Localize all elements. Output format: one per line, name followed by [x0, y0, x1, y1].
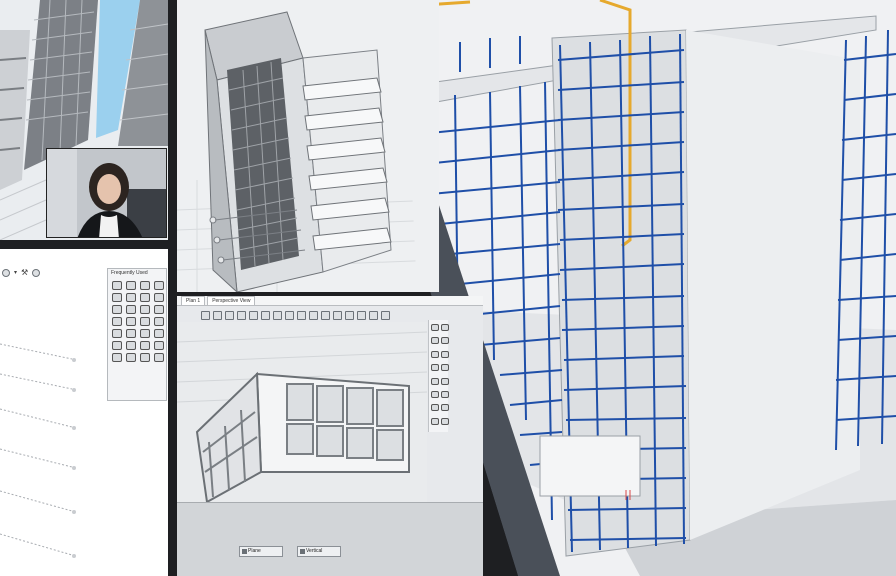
options-panel: Plane Vertical [177, 502, 483, 576]
p-section-icon[interactable] [441, 417, 449, 425]
p-select-icon[interactable] [431, 324, 439, 331]
arc-tool-icon[interactable] [154, 317, 164, 326]
building-perspective-viewport[interactable] [177, 0, 439, 292]
window-tool-icon[interactable] [154, 305, 164, 314]
pan-icon[interactable] [249, 310, 258, 320]
bottom-left-app-window[interactable]: ▾ ⚒ Frequently Used [0, 249, 168, 576]
toolbox-icon[interactable] [369, 310, 378, 320]
help-icon[interactable] [381, 310, 390, 320]
copy-icon[interactable] [333, 310, 342, 320]
layer-icon[interactable] [261, 310, 270, 320]
rect-tool-icon[interactable] [154, 281, 164, 290]
stair-tool-icon[interactable] [112, 317, 122, 326]
section-tool-icon[interactable] [140, 353, 150, 362]
lamp-tool-icon[interactable] [126, 341, 136, 350]
p-slab-icon[interactable] [431, 337, 439, 345]
p-mesh-icon[interactable] [431, 390, 439, 398]
brush-tool-icon[interactable] [154, 293, 164, 302]
presenter-webcam [46, 148, 167, 238]
fit-view-icon[interactable] [225, 310, 234, 320]
tab-perspective-view[interactable]: Perspective View [207, 296, 256, 305]
p-column-icon[interactable] [431, 350, 439, 358]
shell-tool-icon[interactable] [126, 353, 136, 362]
render-icon[interactable] [357, 310, 366, 320]
door-tool-icon[interactable] [140, 305, 150, 314]
p-stair-icon[interactable] [431, 377, 439, 385]
p-dimension-icon[interactable] [431, 417, 439, 425]
pencil-tool-icon[interactable] [126, 281, 136, 290]
p-text-icon[interactable] [441, 404, 449, 412]
cut-icon[interactable] [321, 310, 330, 320]
p-roof-icon[interactable] [441, 337, 449, 345]
building-render-center [177, 0, 439, 292]
rebar-tool-icon[interactable] [112, 329, 122, 338]
perspective-view-window[interactable]: Plan 1 Perspective View Plane Vertical [177, 296, 483, 576]
tab-plan[interactable]: Plan 1 [181, 296, 206, 305]
mesh-tool-icon[interactable] [140, 329, 150, 338]
p-beam-icon[interactable] [441, 350, 449, 358]
redo-icon[interactable] [309, 310, 318, 320]
column-tool-icon[interactable] [112, 305, 122, 314]
line-tool-icon[interactable] [140, 281, 150, 290]
zone-tool-icon[interactable] [154, 329, 164, 338]
p-rebar-icon[interactable] [441, 377, 449, 385]
presenter-avatar [47, 149, 166, 237]
beam-tool-icon[interactable] [126, 305, 136, 314]
p-zone-icon[interactable] [441, 390, 449, 398]
text-tool-icon[interactable] [154, 353, 164, 362]
view-tab-bar: Plan 1 Perspective View [177, 296, 483, 306]
zoom-out-icon[interactable] [213, 310, 222, 320]
orbit-icon[interactable] [237, 310, 246, 320]
morph-tool-icon[interactable] [140, 341, 150, 350]
save-icon[interactable] [285, 310, 294, 320]
palette-title: Frequently Used [111, 270, 148, 276]
wall-perspective-render [177, 322, 427, 502]
print-icon[interactable] [273, 310, 282, 320]
view-toolbar [177, 308, 427, 322]
p-wall-icon[interactable] [441, 324, 449, 331]
building-elevation-viewport[interactable] [0, 0, 168, 240]
roof-tool-icon[interactable] [140, 293, 150, 302]
fill-tool-icon[interactable] [154, 341, 164, 350]
object-tool-icon[interactable] [112, 341, 122, 350]
p-window-icon[interactable] [441, 364, 449, 372]
select-tool-icon[interactable] [112, 281, 122, 290]
plane-button[interactable]: Plane [239, 546, 283, 557]
slab-tool-icon[interactable] [126, 293, 136, 302]
p-object-icon[interactable] [431, 404, 439, 412]
undo-icon[interactable] [297, 310, 306, 320]
zoom-in-icon[interactable] [201, 310, 210, 320]
paste-icon[interactable] [345, 310, 354, 320]
perspective-palette [428, 320, 449, 432]
dimension-tool-icon[interactable] [140, 317, 150, 326]
frequently-used-palette: Frequently Used [107, 268, 167, 401]
wall-tool-icon[interactable] [112, 293, 122, 302]
railing-tool-icon[interactable] [126, 317, 136, 326]
p-door-icon[interactable] [431, 364, 439, 372]
camera-tool-icon[interactable] [112, 353, 122, 362]
vertical-button[interactable]: Vertical [297, 546, 341, 557]
grid-tool-icon[interactable] [126, 329, 136, 338]
